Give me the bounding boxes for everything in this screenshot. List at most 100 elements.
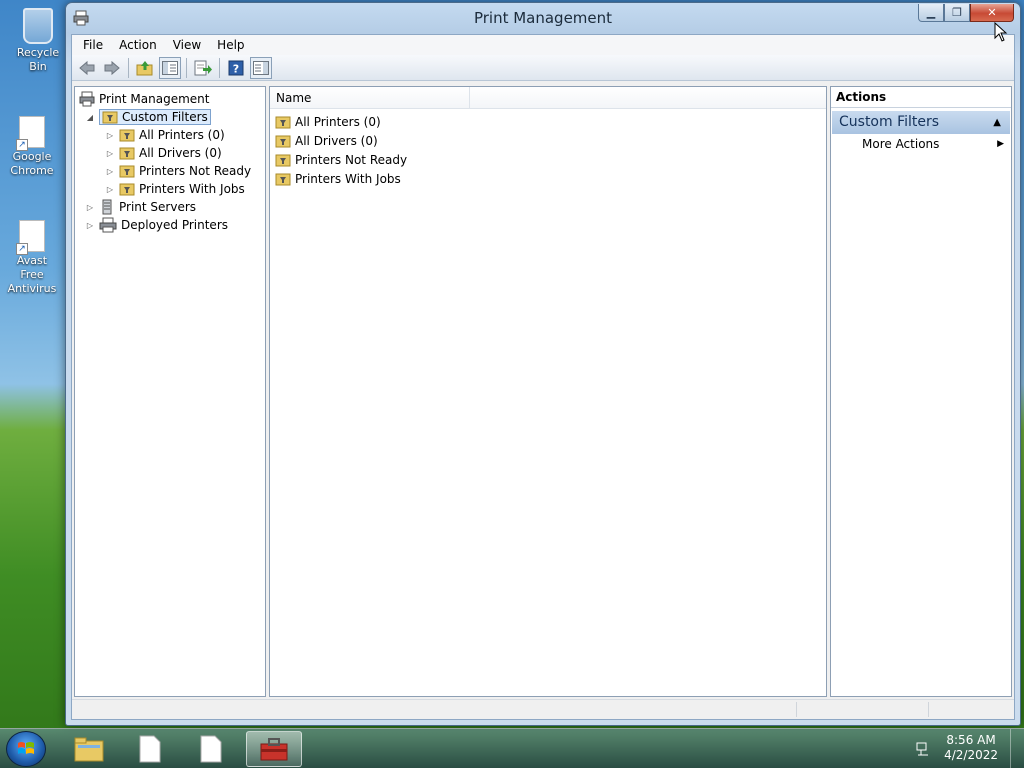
actions-section-custom-filters[interactable]: Custom Filters ▲	[832, 111, 1010, 134]
close-button[interactable]: ✕	[970, 4, 1014, 22]
document-icon	[139, 735, 161, 763]
console-tree: Print Management ◢ Custom Filters ▷ All …	[74, 86, 266, 697]
mouse-cursor-icon	[994, 22, 1008, 42]
list-item-label: All Drivers (0)	[295, 133, 378, 148]
title-bar[interactable]: Print Management ▁ ❐ ✕	[66, 3, 1020, 33]
tree-item-custom-filters[interactable]: ◢ Custom Filters	[85, 108, 211, 126]
collapse-icon[interactable]: ◢	[85, 113, 95, 122]
show-hide-action-pane-icon	[253, 60, 269, 75]
tree-item-print-management[interactable]: Print Management	[79, 90, 209, 108]
up-one-level-button[interactable]	[134, 57, 156, 79]
windows-logo-icon	[18, 742, 34, 754]
restore-icon: ❐	[952, 6, 962, 19]
taskbar-explorer[interactable]	[61, 731, 117, 767]
filter-folder-icon	[119, 129, 135, 142]
tree-item-printers-not-ready[interactable]: ▷ Printers Not Ready	[105, 162, 251, 180]
collapse-section-icon[interactable]: ▲	[993, 111, 1001, 134]
tree-item-label: Print Management	[99, 92, 210, 106]
recycle-bin-icon	[23, 8, 53, 44]
content-panes: Print Management ◢ Custom Filters ▷ All …	[72, 82, 1014, 697]
list-item[interactable]: All Printers (0)	[270, 112, 826, 131]
column-header-name[interactable]: Name	[270, 87, 470, 108]
actions-section-label: Custom Filters	[839, 114, 940, 130]
desktop-icon-recycle-bin[interactable]: Recycle Bin	[8, 8, 68, 74]
minimize-button[interactable]: ▁	[918, 4, 944, 22]
back-icon	[79, 60, 95, 75]
tree-item-label: All Printers (0)	[139, 128, 225, 142]
desktop-icon-google-chrome[interactable]: ↗ Google Chrome	[6, 116, 58, 178]
menu-view[interactable]: View	[165, 35, 209, 55]
filter-folder-icon	[102, 111, 118, 124]
tree-item-label: Print Servers	[119, 200, 197, 214]
expand-icon[interactable]: ▷	[105, 149, 115, 158]
list-item-label: Printers With Jobs	[295, 171, 401, 186]
forward-icon	[104, 60, 120, 75]
tree-item-print-servers[interactable]: ▷ Print Servers	[85, 198, 196, 216]
taskbar-document-1[interactable]	[122, 731, 178, 767]
menu-help[interactable]: Help	[209, 35, 252, 55]
export-list-icon	[194, 60, 212, 75]
actions-header: Actions	[831, 87, 1011, 108]
toolbar-separator	[219, 57, 220, 78]
results-list: All Printers (0) All Drivers (0) Printer…	[270, 109, 826, 188]
show-hide-action-pane-button[interactable]	[250, 56, 272, 79]
more-actions-item[interactable]: More Actions ▶	[831, 134, 1011, 154]
tree-item-label: Printers Not Ready	[139, 164, 252, 178]
tree-item-printers-with-jobs[interactable]: ▷ Printers With Jobs	[105, 180, 245, 198]
forward-button[interactable]	[101, 57, 123, 79]
clock[interactable]: 8:56 AM 4/2/2022	[944, 733, 998, 763]
filter-folder-icon	[275, 116, 291, 128]
desktop-icon-label: Recycle Bin	[16, 46, 60, 73]
list-item-label: All Printers (0)	[295, 114, 381, 129]
show-desktop-button[interactable]	[1010, 729, 1024, 768]
tree-item-deployed-printers[interactable]: ▷ Deployed Printers	[85, 216, 228, 234]
expand-icon[interactable]: ▷	[85, 221, 95, 230]
filter-folder-icon	[275, 154, 291, 166]
tree-item-label: Custom Filters	[122, 110, 208, 124]
menu-bar: File Action View Help	[72, 35, 1014, 55]
clock-date: 4/2/2022	[944, 748, 998, 762]
desktop-icon-avast[interactable]: ↗ Avast Free Antivirus	[6, 220, 58, 296]
tree-item-all-printers[interactable]: ▷ All Printers (0)	[105, 126, 225, 144]
desktop-icon-label: Google Chrome	[10, 150, 54, 177]
list-item[interactable]: Printers Not Ready	[270, 150, 826, 169]
print-management-window: Print Management ▁ ❐ ✕ File Action View …	[65, 2, 1021, 726]
tree-item-label: All Drivers (0)	[139, 146, 222, 160]
show-hide-tree-button[interactable]	[159, 56, 181, 79]
actions-pane: Actions Custom Filters ▲ More Actions ▶	[830, 86, 1012, 697]
taskbar-print-management[interactable]	[246, 731, 302, 767]
taskbar: 8:56 AM 4/2/2022	[0, 728, 1024, 768]
document-icon	[200, 735, 222, 763]
status-separator	[928, 702, 929, 717]
expand-icon[interactable]: ▷	[105, 167, 115, 176]
expand-icon[interactable]: ▷	[105, 131, 115, 140]
printer-icon	[99, 217, 117, 233]
taskbar-document-2[interactable]	[183, 731, 239, 767]
filter-folder-icon	[119, 147, 135, 160]
start-button[interactable]	[6, 731, 46, 767]
help-button[interactable]: ?	[225, 57, 247, 79]
toolbox-icon	[260, 738, 288, 761]
tree-item-label: Deployed Printers	[121, 218, 229, 232]
maximize-button[interactable]: ❐	[944, 4, 970, 22]
menu-file[interactable]: File	[75, 35, 111, 55]
toolbar-separator	[186, 57, 187, 78]
window-client-area: File Action View Help ? Print Management…	[71, 34, 1015, 720]
list-item[interactable]: Printers With Jobs	[270, 169, 826, 188]
list-item-label: Printers Not Ready	[295, 152, 408, 167]
filter-folder-icon	[275, 135, 291, 147]
export-list-button[interactable]	[192, 57, 214, 79]
expand-icon[interactable]: ▷	[85, 203, 95, 212]
minimize-icon: ▁	[926, 6, 936, 19]
menu-action[interactable]: Action	[111, 35, 165, 55]
list-item[interactable]: All Drivers (0)	[270, 131, 826, 150]
desktop-icon-label: Avast Free Antivirus	[7, 254, 57, 295]
filter-folder-icon	[119, 165, 135, 178]
tree-item-all-drivers[interactable]: ▷ All Drivers (0)	[105, 144, 222, 162]
network-icon[interactable]	[915, 741, 931, 757]
close-icon: ✕	[987, 6, 997, 19]
back-button[interactable]	[76, 57, 98, 79]
toolbar-separator	[128, 57, 129, 78]
expand-icon[interactable]: ▷	[105, 185, 115, 194]
svg-text:?: ?	[233, 62, 239, 75]
